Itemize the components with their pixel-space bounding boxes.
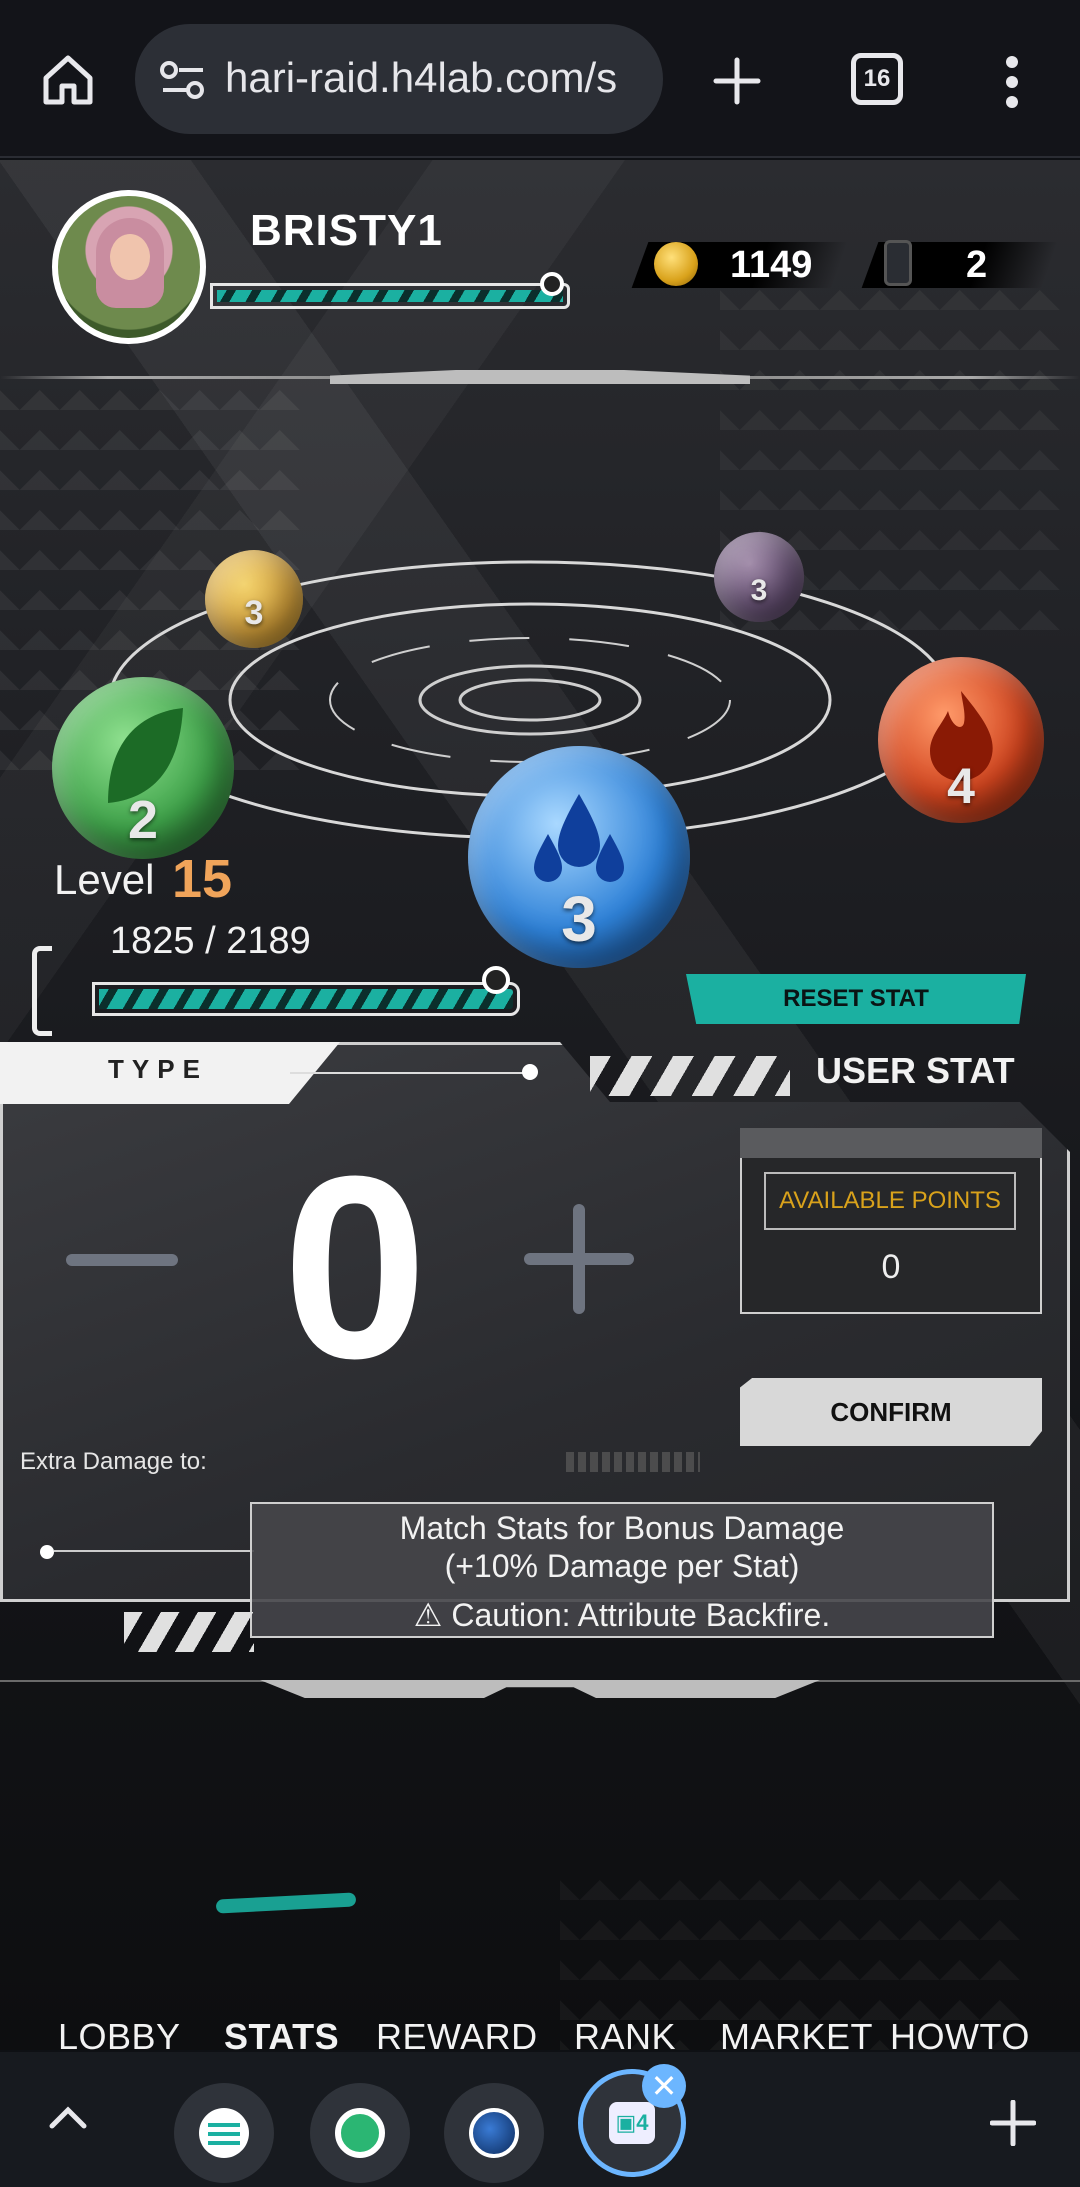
info-box: Match Stats for Bonus Damage (+10% Damag… — [250, 1502, 994, 1638]
more-vert-icon[interactable] — [998, 54, 1026, 110]
dock-app-2[interactable] — [310, 2083, 410, 2183]
tab-switcher-icon[interactable]: 16 — [851, 53, 903, 105]
h4-app-icon: ▣4 — [609, 2102, 655, 2144]
browser-toolbar: hari-raid.h4lab.com/s 16 — [0, 0, 1080, 158]
close-icon[interactable]: ✕ — [642, 2064, 686, 2108]
nav-market[interactable]: MARKET — [720, 2016, 873, 2050]
type-label: TYPE — [108, 1054, 208, 1084]
level-xp-bar — [92, 982, 520, 1016]
player-progress-bar — [210, 283, 570, 309]
divider-ornament — [330, 370, 750, 384]
coin-count: 1149 — [730, 244, 813, 286]
dock-app-1[interactable] — [174, 2083, 274, 2183]
stripe-ornament — [124, 1612, 254, 1652]
type-dot — [522, 1064, 538, 1080]
available-points-value: 0 — [881, 1248, 901, 1286]
extra-damage-label: Extra Damage to: — [20, 1448, 207, 1475]
level-bracket — [32, 946, 52, 1036]
available-points-header — [740, 1128, 1042, 1158]
decrease-button[interactable] — [66, 1250, 178, 1270]
footer-ornament — [260, 1680, 820, 1698]
stripe-ornament — [590, 1056, 790, 1096]
ticket-count: 2 — [966, 244, 988, 286]
light-orb[interactable]: 3 — [205, 550, 303, 648]
dock-app-3[interactable] — [444, 2083, 544, 2183]
xp-knob — [482, 966, 510, 994]
stat-value: 0 — [282, 1123, 428, 1413]
nav-reward[interactable]: REWARD — [376, 2016, 538, 2050]
new-tab-icon[interactable] — [712, 56, 762, 106]
avatar[interactable] — [52, 190, 206, 344]
nav-lobby[interactable]: LOBBY — [58, 2016, 181, 2050]
info-dot — [40, 1545, 54, 1559]
fire-orb[interactable]: 4 — [878, 657, 1044, 823]
info-line — [54, 1550, 254, 1552]
coin-icon — [654, 242, 698, 286]
info-line-2: (+10% Damage per Stat) — [444, 1548, 800, 1584]
confirm-button[interactable]: CONFIRM — [740, 1378, 1042, 1446]
url-text: hari-raid.h4lab.com/s — [225, 54, 618, 101]
info-line-3: ⚠ Caution: Attribute Backfire. — [413, 1597, 831, 1633]
user-stat-label: USER STAT — [816, 1050, 1015, 1091]
nav-rank[interactable]: RANK — [574, 2016, 676, 2050]
add-icon[interactable] — [990, 2100, 1036, 2146]
xp-text: 1825 / 2189 — [110, 920, 311, 962]
level-value: 15 — [172, 849, 233, 909]
game-screen: BRISTY1 1149 2 3 3 2 4 3 Level 15 1825 /… — [0, 160, 1080, 2050]
water-orb[interactable]: 3 — [468, 746, 690, 968]
increase-button[interactable] — [524, 1204, 634, 1314]
type-line — [290, 1072, 530, 1074]
home-icon[interactable] — [40, 52, 96, 108]
nav-howto[interactable]: HOWTO — [890, 2016, 1030, 2050]
dark-orb[interactable]: 3 — [714, 532, 804, 622]
nav-stats[interactable]: STATS — [224, 2016, 339, 2050]
info-line-1: Match Stats for Bonus Damage — [399, 1510, 845, 1546]
level-label: Level — [54, 856, 155, 903]
available-points-label: AVAILABLE POINTS — [764, 1172, 1016, 1230]
ticket-icon — [884, 240, 912, 286]
chevron-up-icon[interactable] — [48, 2106, 88, 2130]
address-bar[interactable]: hari-raid.h4lab.com/s — [135, 24, 663, 134]
site-settings-icon[interactable] — [159, 60, 207, 100]
progress-knob — [540, 272, 564, 296]
extra-damage-slots — [566, 1452, 700, 1472]
player-name: BRISTY1 — [250, 206, 443, 255]
nature-orb[interactable]: 2 — [52, 677, 234, 859]
reset-stat-button[interactable]: RESET STAT — [686, 974, 1026, 1024]
